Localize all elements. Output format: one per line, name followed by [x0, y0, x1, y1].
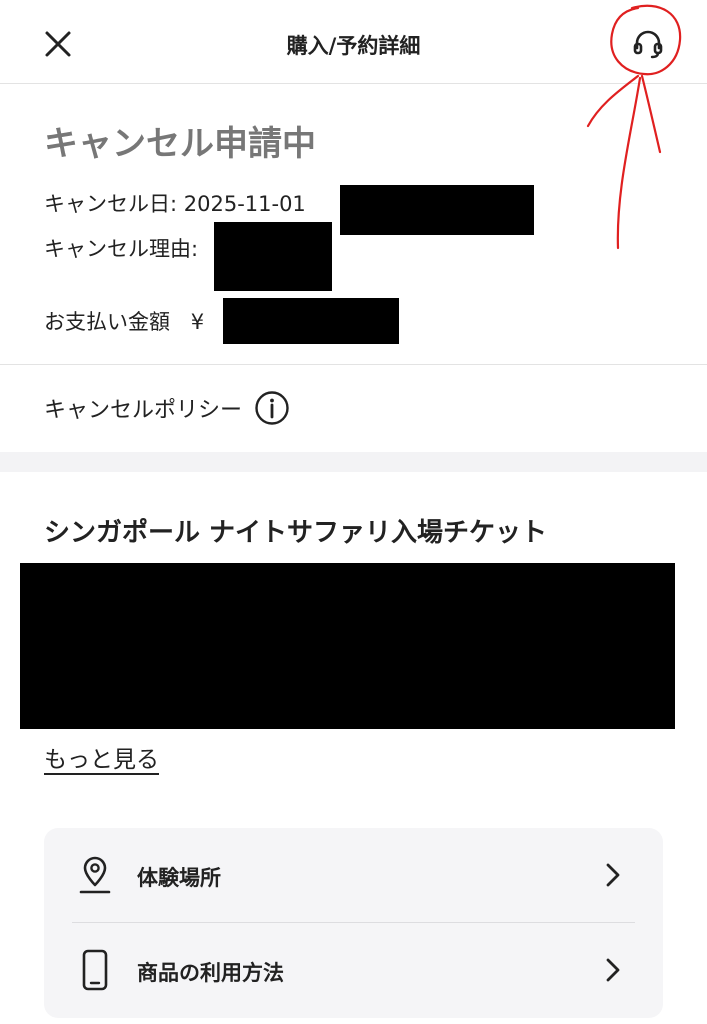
headset-icon[interactable]: [628, 24, 668, 64]
location-pin-icon: [79, 856, 111, 894]
section-divider: [0, 364, 707, 365]
redacted-block: [223, 298, 399, 344]
cancellation-status-title: キャンセル申請中: [44, 124, 316, 164]
cancel-date-label: キャンセル日: 2025-11-01: [44, 192, 306, 216]
payment-label-text: お支払い金額: [44, 310, 170, 334]
page-title: 購入/予約詳細: [286, 34, 421, 58]
product-title: シンガポール ナイトサファリ入場チケット: [44, 518, 548, 548]
chevron-right-icon: [606, 958, 620, 982]
cancel-reason-label: キャンセル理由:: [44, 237, 199, 261]
chevron-right-icon: [606, 863, 620, 887]
details-card: 体験場所 商品の利用方法: [44, 828, 663, 1018]
cancellation-policy-label: キャンセルポリシー: [44, 398, 243, 423]
experience-location-label: 体験場所: [137, 866, 221, 890]
smartphone-icon: [82, 949, 108, 991]
experience-location-row[interactable]: 体験場所: [44, 828, 663, 922]
redacted-block: [214, 222, 332, 291]
redacted-block: [340, 185, 534, 235]
cancellation-policy-row[interactable]: キャンセルポリシー: [44, 388, 290, 428]
section-separator-band: [0, 452, 707, 472]
currency-symbol: ¥: [190, 310, 205, 334]
redacted-block: [20, 563, 675, 729]
info-icon[interactable]: [254, 390, 290, 426]
payment-amount-label: お支払い金額 ¥: [44, 306, 204, 336]
top-navigation-bar: 購入/予約詳細: [0, 0, 707, 84]
see-more-link[interactable]: もっと見る: [44, 740, 159, 774]
usage-instructions-row[interactable]: 商品の利用方法: [44, 923, 663, 1017]
usage-instructions-label: 商品の利用方法: [137, 961, 284, 985]
